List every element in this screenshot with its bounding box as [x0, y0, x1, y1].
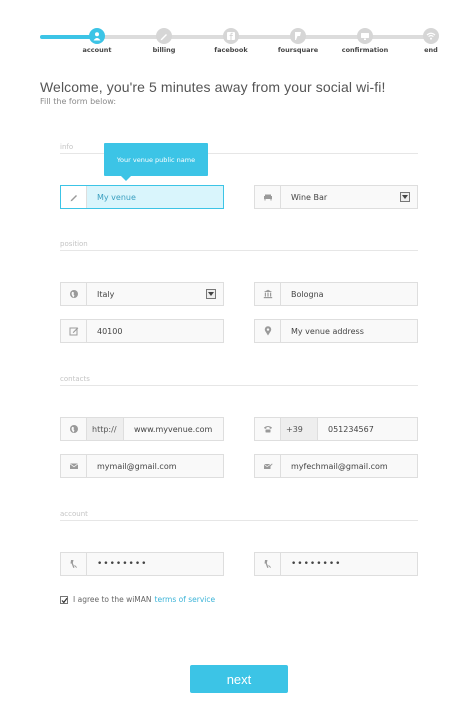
page-subtitle: Fill the form below: [40, 97, 117, 106]
progress-steps: account billing facebook foursquare conf… [0, 0, 474, 60]
section-divider [60, 250, 418, 251]
password-field [60, 552, 224, 576]
tech-email-field [254, 454, 418, 478]
terms-agreement: I agree to the wiMAN terms of service [60, 595, 215, 604]
step-account[interactable]: account [62, 28, 132, 54]
facebook-icon [227, 32, 235, 40]
terms-text: I agree to the wiMAN [73, 595, 152, 604]
address-field [254, 319, 418, 343]
checkmark-icon [61, 597, 68, 603]
step-label: end [424, 46, 438, 54]
key-icon [70, 560, 77, 568]
city-input[interactable] [281, 283, 417, 305]
password-confirm-field [254, 552, 418, 576]
tech-email-icon [263, 463, 273, 469]
step-billing[interactable]: billing [129, 28, 199, 54]
password-input[interactable] [87, 553, 223, 575]
email-field [60, 454, 224, 478]
venue-name-input[interactable] [87, 186, 223, 208]
envelope-icon [69, 463, 78, 469]
next-button[interactable]: next [190, 665, 288, 693]
section-divider [60, 385, 418, 386]
venue-type-value: Wine Bar [291, 192, 328, 202]
phone-prefix: +39 [281, 418, 318, 440]
step-label: confirmation [341, 46, 389, 54]
phone-icon [263, 426, 272, 433]
country-value: Italy [97, 289, 115, 299]
section-divider [60, 520, 418, 521]
page-title: Welcome, you're 5 minutes away from your… [40, 79, 386, 95]
terms-of-service-link[interactable]: terms of service [155, 595, 216, 604]
password-confirm-input[interactable] [281, 553, 417, 575]
monitor-icon [361, 33, 369, 40]
step-end[interactable]: end [396, 28, 466, 54]
wifi-icon [426, 32, 436, 40]
tech-email-input[interactable] [281, 455, 417, 477]
step-facebook[interactable]: facebook [196, 28, 266, 54]
section-label-contacts: contacts [60, 375, 90, 383]
step-label: account [82, 46, 112, 54]
phone-input[interactable] [318, 418, 417, 440]
step-confirmation[interactable]: confirmation [330, 28, 400, 54]
building-icon [263, 289, 272, 299]
venue-type-select[interactable]: Wine Bar [254, 185, 418, 209]
terms-checkbox[interactable] [60, 595, 68, 604]
website-input[interactable] [124, 418, 223, 440]
pencil-icon [70, 195, 77, 202]
website-prefix: http:// [87, 418, 124, 440]
foursquare-icon [295, 32, 301, 40]
website-field: http:// [60, 417, 224, 441]
section-label-position: position [60, 240, 88, 248]
address-input[interactable] [281, 320, 417, 342]
key-icon [264, 560, 271, 568]
dropdown-arrow-icon[interactable] [206, 289, 216, 299]
section-label-account: account [60, 510, 88, 518]
zip-field [60, 319, 224, 343]
country-select[interactable]: Italy [60, 282, 224, 306]
globe-icon [69, 290, 78, 298]
venue-name-tooltip: Your venue public name [104, 143, 208, 181]
phone-field: +39 [254, 417, 418, 441]
edit-box-icon [69, 327, 78, 336]
zip-input[interactable] [87, 320, 223, 342]
step-label: facebook [214, 46, 248, 54]
map-pin-icon [264, 326, 271, 336]
step-foursquare[interactable]: foursquare [263, 28, 333, 54]
globe-icon [69, 425, 78, 433]
step-label: billing [152, 46, 176, 54]
user-icon [93, 32, 101, 41]
venue-name-field [60, 185, 224, 209]
section-label-info: info [60, 143, 74, 151]
email-input[interactable] [87, 455, 223, 477]
pencil-icon [160, 34, 167, 41]
city-field [254, 282, 418, 306]
sofa-icon [263, 194, 272, 201]
dropdown-arrow-icon[interactable] [400, 192, 410, 202]
step-label: foursquare [277, 46, 319, 54]
